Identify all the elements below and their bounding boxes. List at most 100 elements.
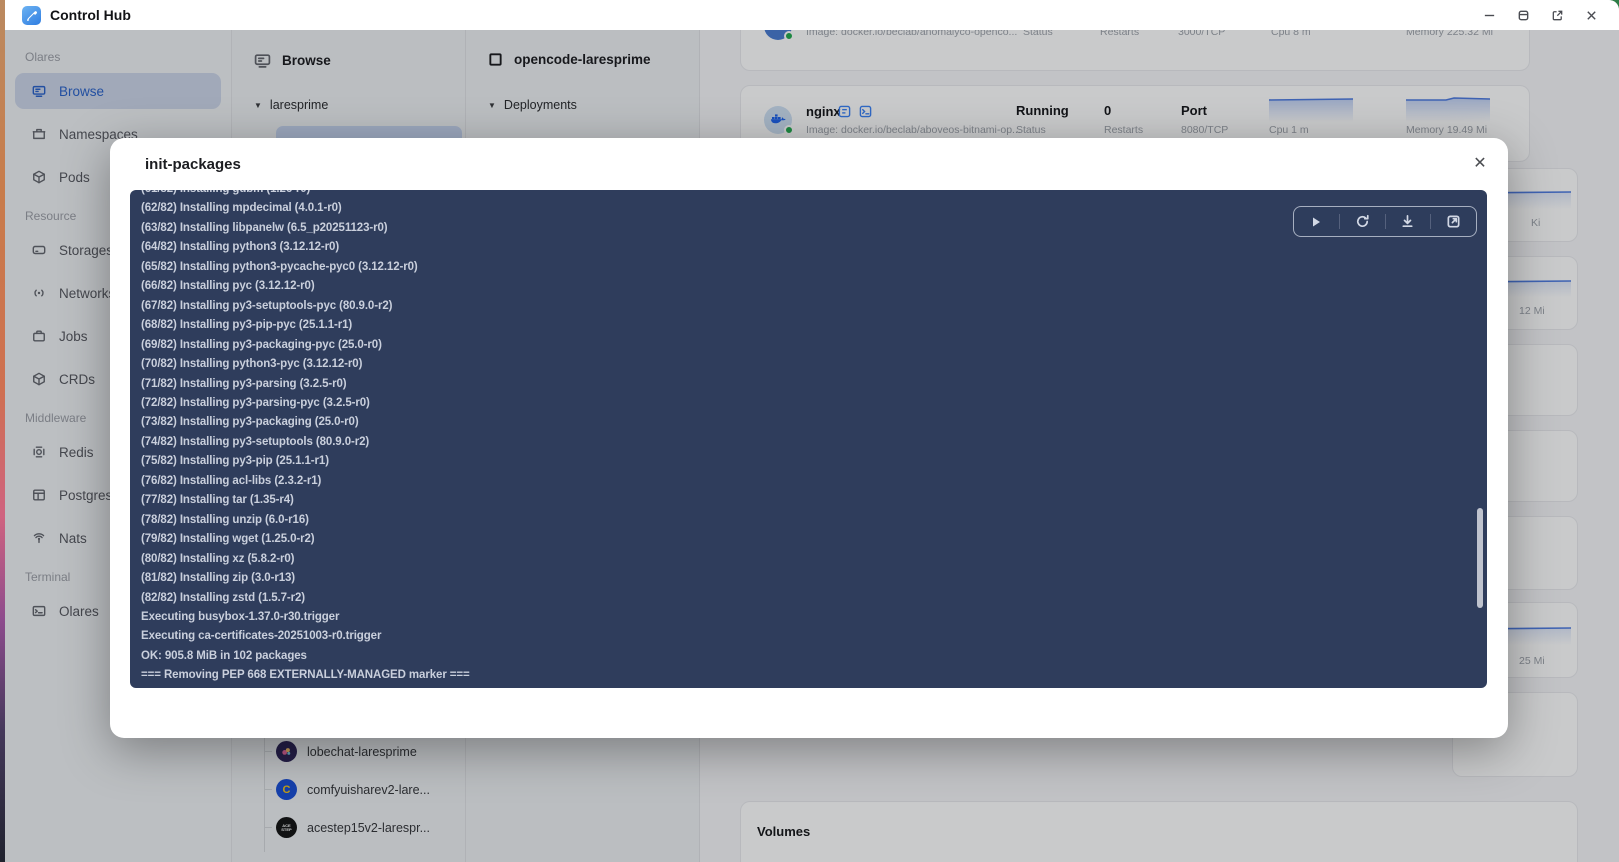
log-line: (68/82) Installing py3-pip-pyc (25.1.1-r… <box>141 319 353 332</box>
log-line: (64/82) Installing python3 (3.12.12-r0) <box>141 241 340 254</box>
acestep-app-icon: ACE STEP <box>276 817 297 838</box>
browse-panel-header: Browse <box>254 52 331 69</box>
memory-sparkline <box>1406 97 1490 122</box>
tree-connector <box>264 751 272 752</box>
tree-node-comfyui[interactable]: C comfyuisharev2-lare... <box>276 779 430 800</box>
log-line: (66/82) Installing pyc (3.12.12-r0) <box>141 280 315 293</box>
sidebar-section-olares: Olares <box>25 50 61 64</box>
sidebar-item-label: Pods <box>59 169 90 185</box>
log-line: (73/82) Installing py3-packaging (25.0-r… <box>141 416 359 429</box>
sidebar-item-label: Redis <box>59 444 94 460</box>
download-button[interactable] <box>1385 207 1430 236</box>
sidebar-item-browse[interactable]: Browse <box>15 73 221 109</box>
tree-node-laresprime[interactable]: ▼ laresprime <box>254 98 328 112</box>
minimize-button[interactable] <box>1481 7 1497 23</box>
chevron-down-icon: ▼ <box>488 100 496 110</box>
log-line: (71/82) Installing py3-parsing (3.2.5-r0… <box>141 377 347 390</box>
tree-connector <box>264 730 265 852</box>
docker-whale-icon <box>771 114 786 124</box>
tree-node-label: lobechat-laresprime <box>307 744 417 759</box>
log-line: (69/82) Installing py3-packaging-pyc (25… <box>141 338 382 351</box>
log-lines: (61/82) Installing gdbm (1.26-r0) (62/82)… <box>130 190 1487 688</box>
sidebar-item-label: Olares <box>59 603 99 619</box>
lobechat-app-icon <box>276 741 297 762</box>
control-hub-app-icon <box>22 5 41 25</box>
open-in-new-button[interactable] <box>1431 207 1476 236</box>
log-line: (63/82) Installing libpanelw (6.5_p20251… <box>141 221 388 234</box>
log-line: (75/82) Installing py3-pip (25.1.1-r1) <box>141 455 329 468</box>
window-controls <box>1481 7 1619 23</box>
modal-title: init-packages <box>145 156 241 173</box>
tree-node-acestep[interactable]: ACE STEP acestep15v2-larespr... <box>276 817 430 838</box>
log-line: (61/82) Installing gdbm (1.26-r0) <box>141 190 1487 199</box>
tree-node-lobechat[interactable]: lobechat-laresprime <box>276 741 417 762</box>
play-button[interactable] <box>1294 207 1339 236</box>
log-line: (81/82) Installing zip (3.0-r13) <box>141 572 296 585</box>
tree-node-deployments[interactable]: ▼ Deployments <box>488 98 577 112</box>
status-label: Status <box>1016 124 1046 136</box>
log-line: (65/82) Installing python3-pycache-pyc0 … <box>141 260 418 273</box>
port-value: 8080/TCP <box>1181 124 1229 136</box>
cpu-sparkline <box>1269 98 1353 122</box>
tree-connector <box>264 789 272 790</box>
pod-name: nginx <box>806 104 841 119</box>
port-title: Port <box>1181 103 1207 118</box>
log-line: (76/82) Installing acl-libs (2.3.2-r1) <box>141 474 322 487</box>
terminal-icon <box>32 605 46 617</box>
sidebar-item-label: Networks <box>59 285 116 301</box>
log-terminal: (61/82) Installing gdbm (1.26-r0) (62/82)… <box>130 190 1487 688</box>
maximize-button[interactable] <box>1515 7 1531 23</box>
sidebar-item-label: Storages <box>59 242 114 258</box>
log-line: (67/82) Installing py3-setuptools-pyc (8… <box>141 299 393 312</box>
pod-logs-icon[interactable] <box>838 105 851 118</box>
app-title: Control Hub <box>50 7 131 23</box>
terminal-scrollbar[interactable] <box>1477 508 1483 608</box>
browse-icon <box>32 85 46 97</box>
terminal-toolbar <box>1293 206 1477 237</box>
pod-terminal-icon[interactable] <box>859 105 872 118</box>
sidebar-item-label: Browse <box>59 83 105 99</box>
log-line: (78/82) Installing unzip (6.0-r16) <box>141 513 309 526</box>
volumes-card: Volumes <box>740 801 1578 862</box>
close-icon[interactable]: ✕ <box>1468 151 1492 175</box>
log-line: (74/82) Installing py3-setuptools (80.9.… <box>141 435 370 448</box>
pod-image-text: Image: docker.io/beclab/aboveos-bitnami-… <box>806 124 1021 136</box>
pods-icon <box>33 170 45 184</box>
tree-node-label: acestep15v2-larespr... <box>307 820 430 835</box>
sidebar-item-label: Jobs <box>59 328 88 344</box>
browse-panel-title: Browse <box>282 53 331 68</box>
app-square-icon <box>489 53 502 66</box>
refresh-button[interactable] <box>1340 207 1385 236</box>
tree-node-label: laresprime <box>269 98 329 112</box>
tree-node-label: Deployments <box>503 98 577 112</box>
sidebar-item-label: CRDs <box>59 371 95 387</box>
log-line: (62/82) Installing mpdecimal (4.0.1-r0) <box>141 202 342 215</box>
init-packages-modal: init-packages ✕ (61/82) Installing gdbm … <box>110 138 1508 738</box>
log-line: (82/82) Installing zstd (1.5.7-r2) <box>141 591 306 604</box>
browse-panel-icon <box>254 54 271 68</box>
log-line: (77/82) Installing tar (1.35-r4) <box>141 494 294 507</box>
close-window-button[interactable] <box>1583 7 1599 23</box>
log-line: (80/82) Installing xz (5.8.2-r0) <box>141 552 295 565</box>
log-line: (79/82) Installing wget (1.25.0-r2) <box>141 533 315 546</box>
cpu-label: Cpu 1 m <box>1269 124 1309 136</box>
restarts-value: 0 <box>1104 103 1112 118</box>
titlebar: Control Hub <box>5 0 1619 30</box>
docker-avatar <box>764 106 794 135</box>
jobs-icon <box>33 330 45 342</box>
tree-connector <box>264 827 272 828</box>
tree-node-label: comfyuisharev2-lare... <box>307 782 430 797</box>
tile-memory-label: 25 Mi <box>1519 655 1545 667</box>
namespace-icon <box>32 128 46 140</box>
status-value: Running <box>1016 103 1069 118</box>
tile-memory-label: 12 Mi <box>1519 305 1545 317</box>
detail-panel-title: opencode-laresprime <box>514 52 651 67</box>
chevron-down-icon: ▼ <box>254 100 262 110</box>
status-dot-green <box>784 31 794 41</box>
nats-icon <box>33 533 45 544</box>
control-hub-window: Olares Browse Namespaces Pods Resource S… <box>0 0 1619 862</box>
open-external-button[interactable] <box>1549 7 1565 23</box>
log-line: Executing busybox-1.37.0-r30.trigger <box>141 610 340 623</box>
memory-label: Memory 19.49 Mi <box>1406 124 1488 136</box>
tile-memory-label: Ki <box>1531 217 1541 229</box>
